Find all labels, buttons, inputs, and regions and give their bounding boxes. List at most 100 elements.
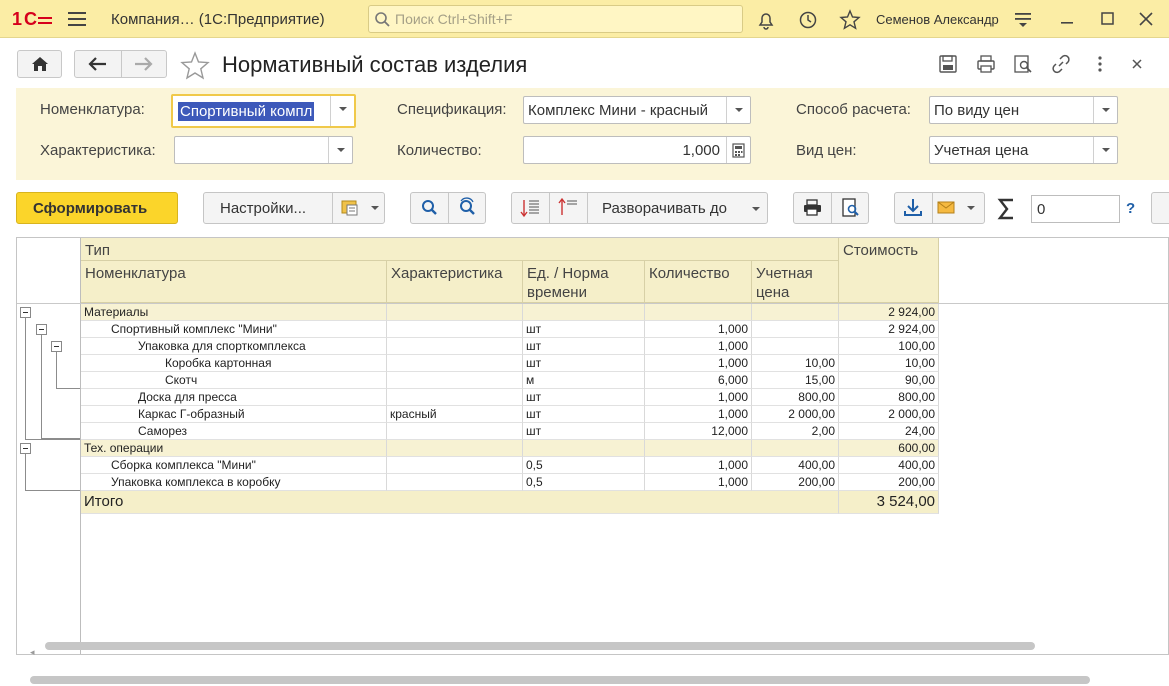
link-icon[interactable] bbox=[1051, 54, 1071, 74]
header-nomenclature: Номенклатура bbox=[81, 261, 387, 303]
price-type-value: Учетная цена bbox=[934, 142, 1029, 159]
cell-char bbox=[387, 355, 523, 372]
form-hscrollbar[interactable] bbox=[30, 676, 1090, 684]
save-to-file-button[interactable] bbox=[895, 193, 932, 223]
collapse-group-icon[interactable] bbox=[20, 443, 31, 454]
settings-button[interactable]: Настройки... bbox=[204, 193, 332, 223]
spec-value: Комплекс Мини - красный bbox=[528, 102, 709, 119]
app-logo[interactable]: 1 С bbox=[12, 9, 56, 29]
find-next-icon bbox=[460, 197, 475, 215]
search-input[interactable] bbox=[395, 9, 725, 29]
print-button[interactable] bbox=[794, 193, 831, 223]
find-button[interactable] bbox=[411, 193, 448, 223]
nomenclature-field[interactable]: Спортивный компл bbox=[171, 94, 356, 128]
global-search[interactable] bbox=[368, 5, 743, 33]
home-icon bbox=[32, 57, 48, 71]
report-spreadsheet[interactable]: Тип Стоимость Номенклатура Характеристика Ед… bbox=[16, 237, 1169, 655]
cell-qty: 1,000 bbox=[645, 406, 752, 423]
cell-cost: 800,00 bbox=[839, 389, 939, 406]
cell-char bbox=[387, 321, 523, 338]
minimize-icon[interactable] bbox=[1056, 8, 1078, 30]
cell-qty: 1,000 bbox=[645, 389, 752, 406]
sum-field[interactable]: 0 bbox=[1031, 195, 1120, 223]
cell-char bbox=[387, 389, 523, 406]
header-unit: Ед. / Норма времени bbox=[523, 261, 645, 303]
more-toolbar-button[interactable] bbox=[1151, 192, 1169, 224]
tree-line bbox=[25, 454, 26, 491]
cell-qty: 1,000 bbox=[645, 355, 752, 372]
help-icon[interactable]: ? bbox=[1126, 200, 1135, 217]
qty-value: 1,000 bbox=[682, 142, 720, 159]
cell-cost: 24,00 bbox=[839, 423, 939, 440]
cell-name: Упаковка комплекса в коробку bbox=[81, 474, 387, 491]
cell-name: Сборка комплекса "Мини" bbox=[81, 457, 387, 474]
collapse-group-icon[interactable] bbox=[20, 307, 31, 318]
history-icon[interactable] bbox=[797, 9, 819, 31]
sum-icon[interactable] bbox=[996, 196, 1018, 222]
qty-field[interactable]: 1,000 bbox=[523, 136, 751, 164]
cell-char bbox=[387, 457, 523, 474]
arrow-right-icon bbox=[135, 57, 153, 71]
settings-label: Настройки... bbox=[220, 200, 307, 217]
menu-icon[interactable] bbox=[68, 11, 88, 27]
cell-qty bbox=[645, 304, 752, 321]
more-actions-icon[interactable] bbox=[1090, 54, 1110, 74]
report-table: Тип Стоимость Номенклатура Характеристика Ед… bbox=[17, 238, 1168, 654]
spec-field[interactable]: Комплекс Мини - красный bbox=[523, 96, 751, 124]
report-hscrollbar[interactable] bbox=[45, 642, 1035, 650]
user-name[interactable]: Семенов Александр bbox=[876, 12, 999, 27]
cell-price: 10,00 bbox=[752, 355, 839, 372]
favorite-star-icon[interactable] bbox=[180, 51, 210, 81]
header-price: Учетная цена bbox=[752, 261, 839, 303]
home-button[interactable] bbox=[17, 50, 62, 78]
maximize-icon[interactable] bbox=[1097, 8, 1119, 30]
forward-button[interactable] bbox=[122, 51, 167, 77]
scroll-left-icon[interactable]: ◂ bbox=[30, 647, 35, 658]
variants-button[interactable] bbox=[333, 193, 385, 223]
price-type-dropdown-icon[interactable] bbox=[1093, 137, 1117, 163]
save-icon[interactable] bbox=[938, 54, 958, 74]
generate-button[interactable]: Сформировать bbox=[16, 192, 178, 224]
cell-char bbox=[387, 423, 523, 440]
cell-cost: 2 924,00 bbox=[839, 321, 939, 338]
cell-char bbox=[387, 474, 523, 491]
send-email-button[interactable] bbox=[933, 193, 985, 223]
bell-icon[interactable] bbox=[755, 9, 777, 31]
cell-price: 15,00 bbox=[752, 372, 839, 389]
favorites-star-icon[interactable] bbox=[839, 9, 861, 31]
find-next-button[interactable] bbox=[449, 193, 486, 223]
cell-unit: м bbox=[523, 372, 645, 389]
characteristic-field[interactable] bbox=[174, 136, 353, 164]
close-form-icon[interactable] bbox=[1127, 54, 1147, 74]
expand-all-button[interactable] bbox=[512, 193, 549, 223]
print-icon[interactable] bbox=[976, 54, 996, 74]
expand-to-button[interactable]: Разворачивать до bbox=[588, 193, 768, 223]
price-type-field[interactable]: Учетная цена bbox=[929, 136, 1118, 164]
cell-qty: 1,000 bbox=[645, 321, 752, 338]
print-preview-button[interactable] bbox=[832, 193, 869, 223]
cell-cost: 200,00 bbox=[839, 474, 939, 491]
characteristic-label: Характеристика: bbox=[40, 142, 156, 159]
collapse-group-icon[interactable] bbox=[51, 341, 62, 352]
collapse-all-button[interactable] bbox=[550, 193, 587, 223]
calc-method-dropdown-icon[interactable] bbox=[1093, 97, 1117, 123]
cell-price: 200,00 bbox=[752, 474, 839, 491]
spec-dropdown-icon[interactable] bbox=[726, 97, 750, 123]
cell-qty bbox=[645, 440, 752, 457]
settings-menu-icon[interactable] bbox=[1012, 8, 1034, 30]
cell-qty: 12,000 bbox=[645, 423, 752, 440]
close-window-icon[interactable] bbox=[1135, 8, 1157, 30]
preview-icon[interactable] bbox=[1013, 54, 1033, 74]
characteristic-dropdown-icon[interactable] bbox=[328, 137, 352, 163]
back-button[interactable] bbox=[75, 51, 121, 77]
calculator-icon[interactable] bbox=[726, 137, 750, 163]
tree-line bbox=[56, 388, 80, 389]
generate-label: Сформировать bbox=[33, 200, 148, 217]
cell-unit: шт bbox=[523, 338, 645, 355]
cell-cost: 2 000,00 bbox=[839, 406, 939, 423]
nomenclature-dropdown-icon[interactable] bbox=[330, 96, 354, 126]
calc-method-field[interactable]: По виду цен bbox=[929, 96, 1118, 124]
sum-value: 0 bbox=[1037, 201, 1046, 218]
cell-cost: 2 924,00 bbox=[839, 304, 939, 321]
collapse-group-icon[interactable] bbox=[36, 324, 47, 335]
